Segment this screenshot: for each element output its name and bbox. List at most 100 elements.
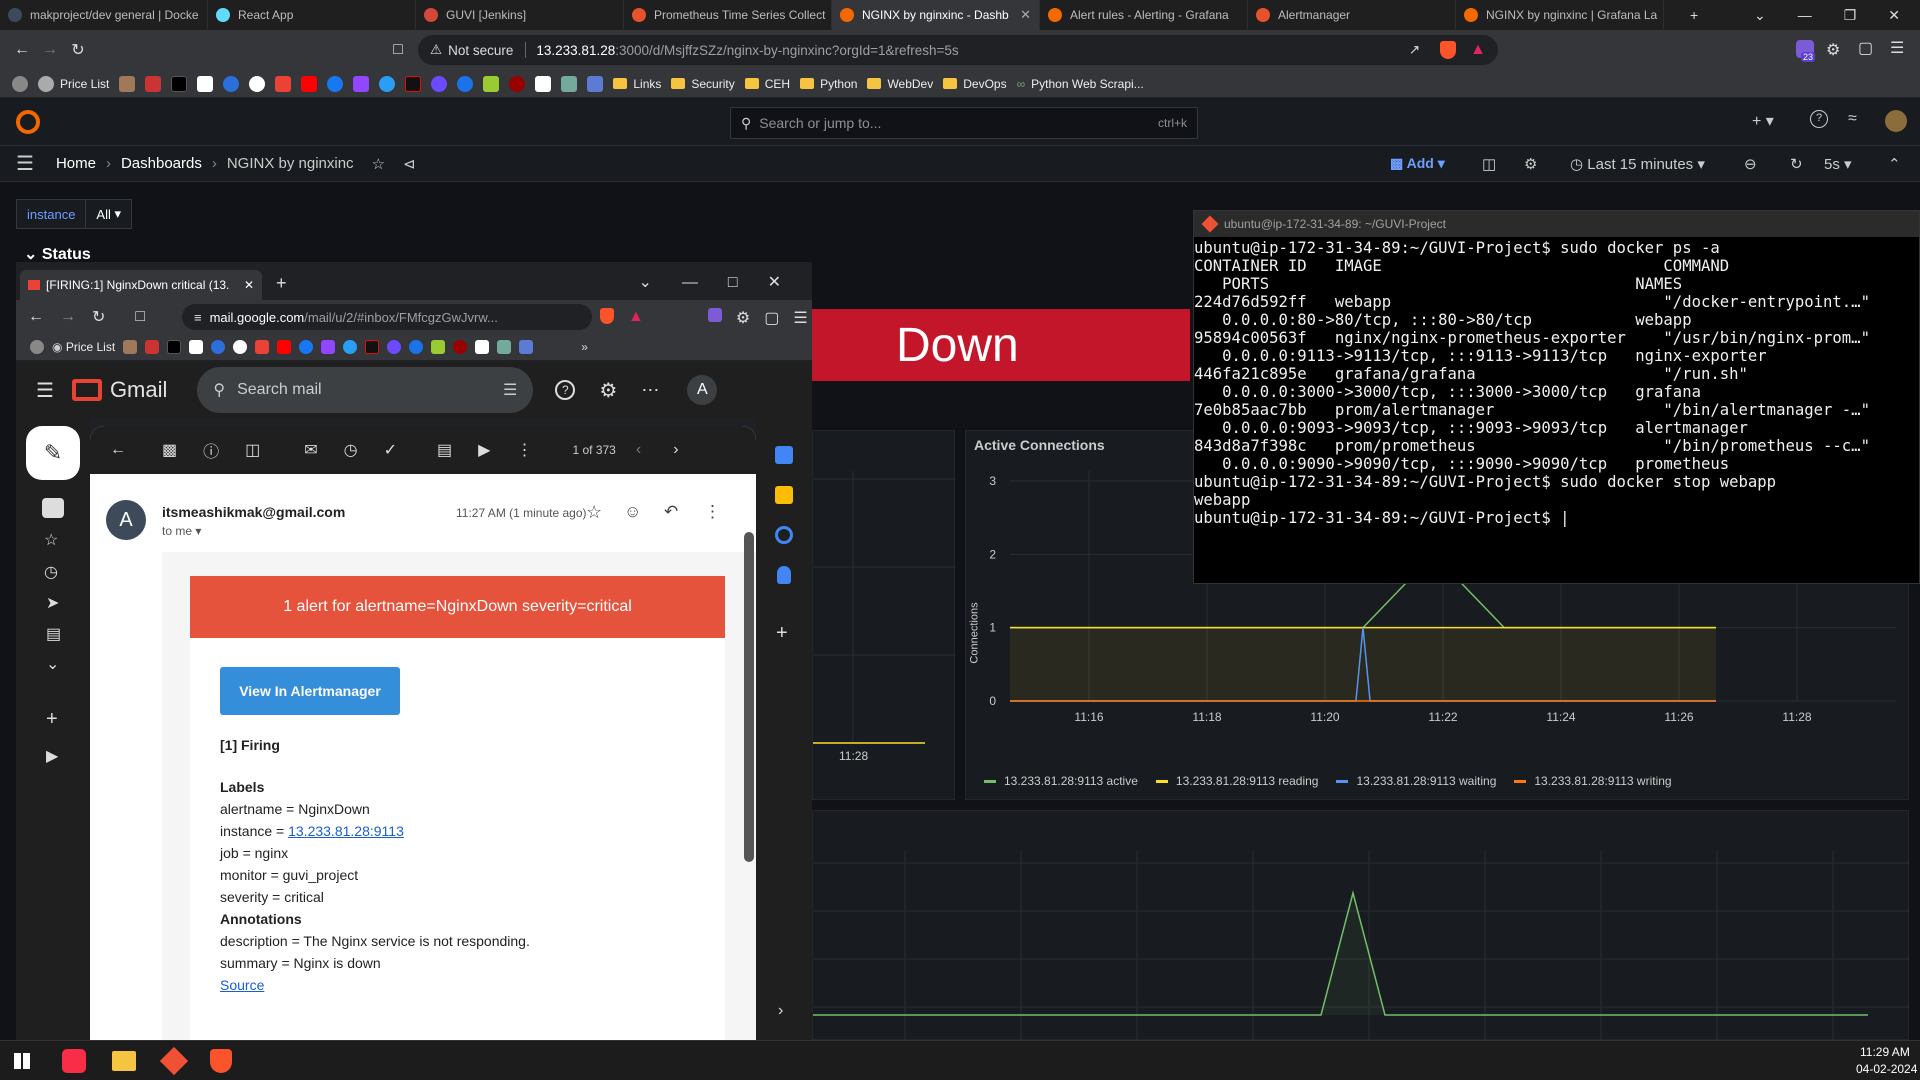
labels-icon[interactable]: ▶ (478, 440, 490, 460)
openai-icon[interactable] (561, 75, 578, 92)
bookmark-photo-icon[interactable] (123, 340, 138, 354)
view-in-alertmanager-button[interactable]: View In Alertmanager (220, 667, 400, 715)
proton-icon[interactable] (431, 75, 448, 92)
play-icon[interactable] (379, 75, 396, 92)
instance-link[interactable]: 13.233.81.28:9113 (288, 823, 404, 839)
play-icon[interactable] (343, 340, 358, 354)
browser-tab[interactable]: GUVI [Jenkins] (416, 0, 624, 30)
delete-icon[interactable]: ◫ (245, 440, 260, 460)
bookmark-page-icon[interactable]: □ (135, 308, 145, 326)
file-explorer-icon[interactable] (112, 1051, 136, 1071)
browser-tab[interactable]: NGINX by nginxinc - Dashb ✕ (832, 0, 1040, 30)
more-icon[interactable]: ⋮ (704, 502, 721, 522)
amazon-icon[interactable] (189, 340, 204, 354)
time-picker[interactable]: ◷ Last 15 minutes ▾ (1570, 155, 1705, 173)
reload-icon[interactable]: ↻ (64, 40, 92, 60)
netflix-icon[interactable] (405, 75, 422, 92)
extension-icon[interactable] (707, 308, 722, 322)
bookmark-folder-devops[interactable]: DevOps (943, 77, 1007, 91)
gmail-icon[interactable] (275, 75, 292, 92)
search-icon[interactable]: ⚲ (213, 380, 225, 400)
add-button[interactable]: ▩ Add ▾ (1390, 155, 1445, 172)
forward-icon[interactable]: → (60, 308, 76, 326)
browser-tab[interactable]: Alertmanager (1248, 0, 1456, 30)
settings-gear-icon[interactable]: ⚙ (1524, 155, 1537, 173)
get-addons-icon[interactable]: + (776, 622, 788, 645)
bookmark-r-icon[interactable] (535, 75, 552, 92)
extensions-puzzle-icon[interactable]: ⚙ (1826, 40, 1840, 60)
gmail-tab[interactable]: [FIRING:1] NginxDown critical (13. ✕ (20, 270, 262, 300)
keep-icon[interactable] (775, 486, 793, 504)
grafana-search[interactable]: ⚲ Search or jump to... ctrl+k (730, 107, 1198, 139)
refresh-icon[interactable]: ↻ (1790, 155, 1803, 173)
bookmark-folder-ceh[interactable]: CEH (744, 77, 790, 91)
close-tab-icon[interactable]: ✕ (1020, 7, 1031, 23)
tab-search-icon[interactable]: ⌄ (1754, 7, 1766, 24)
legend-item[interactable]: 13.233.81.28:9113 reading (1155, 774, 1318, 788)
message-scrollbar[interactable] (744, 532, 754, 862)
bookmark-c-icon[interactable] (223, 75, 240, 92)
close-window-icon[interactable]: ✕ (768, 272, 781, 292)
terminal-output[interactable]: ubuntu@ip-172-31-34-89:~/GUVI-Project$ s… (1194, 237, 1919, 527)
menu-icon[interactable]: ☰ (793, 308, 807, 328)
back-icon[interactable]: ← (8, 41, 36, 59)
openai-icon[interactable] (497, 340, 512, 354)
label-icon[interactable]: ▶ (46, 746, 58, 766)
back-to-inbox-icon[interactable]: ← (110, 441, 126, 459)
more-bookmarks-icon[interactable]: » (581, 340, 588, 354)
new-tab-icon[interactable]: + (1690, 7, 1698, 23)
compose-button[interactable]: ✎ (26, 426, 80, 480)
inbox-icon[interactable] (42, 498, 64, 518)
add-task-icon[interactable]: ✓ (384, 440, 397, 460)
windows-start-icon[interactable] (14, 1053, 30, 1069)
bookmark-app-icon[interactable] (145, 75, 162, 92)
starred-icon[interactable]: ☆ (44, 530, 58, 550)
brave-shield-icon[interactable] (1440, 41, 1457, 59)
bookmark-red-icon[interactable] (453, 340, 468, 354)
youtube-icon[interactable] (277, 340, 292, 354)
brave-bookmark-icon[interactable] (30, 340, 44, 354)
sidebar-toggle-icon[interactable]: ▢ (1858, 38, 1873, 58)
cube-icon[interactable] (483, 75, 500, 92)
tab-search-icon[interactable]: ⌄ (639, 272, 652, 292)
main-menu-icon[interactable]: ☰ (36, 378, 54, 403)
refresh-interval[interactable]: 5s ▾ (1824, 155, 1852, 173)
x-icon[interactable] (171, 75, 188, 92)
settings-gear-icon[interactable]: ⚙ (599, 378, 617, 403)
terminal-window[interactable]: ubuntu@ip-172-31-34-89: ~/GUVI-Project u… (1193, 210, 1920, 584)
zoom-out-icon[interactable]: ⊖ (1744, 155, 1757, 173)
recipient[interactable]: to me ▾ (162, 524, 201, 538)
twitch-icon[interactable] (321, 340, 336, 354)
browser-tab[interactable]: makproject/dev general | Docke (0, 0, 208, 30)
facebook-icon[interactable] (327, 75, 344, 92)
gmail-icon[interactable] (255, 340, 270, 354)
cube-icon[interactable] (431, 340, 446, 354)
breadcrumb-dashboards[interactable]: Dashboards (121, 155, 202, 172)
google-icon[interactable] (233, 340, 248, 354)
variable-select[interactable]: All ▾ (86, 199, 133, 229)
bookmark-folder-python[interactable]: Python (800, 77, 857, 91)
emoji-icon[interactable]: ☺ (624, 502, 641, 522)
mark-unread-icon[interactable]: ✉ (304, 440, 317, 460)
brave-rewards-icon[interactable]: ▲ (628, 308, 644, 328)
bookmark-page-icon[interactable]: □ (384, 41, 412, 59)
proton-icon[interactable] (387, 340, 402, 354)
reload-icon[interactable]: ↻ (92, 307, 105, 327)
minimize-icon[interactable]: — (682, 274, 698, 292)
new-plus-icon[interactable]: + ▾ (1752, 111, 1774, 131)
legend-item[interactable]: 13.233.81.28:9113 waiting (1336, 774, 1496, 788)
brave-bookmark-icon[interactable] (12, 75, 28, 92)
create-label-icon[interactable]: + (46, 708, 58, 731)
bookmark-price-list[interactable]: ◉ Price List (52, 340, 115, 354)
bookmark-photo-icon[interactable] (119, 75, 136, 92)
account-avatar[interactable]: A (687, 375, 718, 405)
bookmark-r-icon[interactable] (475, 340, 490, 354)
help-icon[interactable]: ? (1810, 110, 1828, 128)
close-tab-icon[interactable]: ✕ (244, 278, 254, 292)
back-icon[interactable]: ← (28, 308, 44, 326)
grafana-logo-icon[interactable] (16, 110, 40, 134)
browser-tab[interactable]: React App (208, 0, 416, 30)
bookmark-c2-icon[interactable] (409, 340, 424, 354)
row-status[interactable]: ⌄ Status (24, 244, 91, 264)
contacts-icon[interactable] (777, 566, 791, 584)
